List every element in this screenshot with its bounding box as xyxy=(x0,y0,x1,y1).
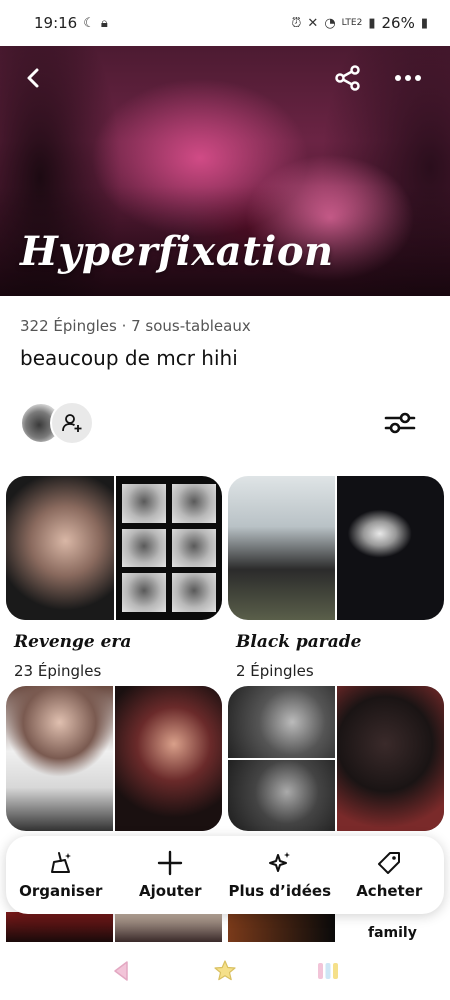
next-section-thumb[interactable] xyxy=(115,912,222,942)
board-meta: 322 Épingles · 7 sous-tableaux xyxy=(20,317,251,335)
nav-recents-button[interactable] xyxy=(315,958,341,988)
broom-sparkle-icon xyxy=(50,852,71,873)
next-section-caption: family xyxy=(368,925,417,941)
more-ideas-label: Plus d’idées xyxy=(228,882,332,900)
alarm-icon: ⏰︎ xyxy=(291,15,302,31)
filter-sliders-icon xyxy=(384,412,416,434)
status-left: 19:16 ☾ 🔒︎ xyxy=(34,14,108,32)
section-card-black-parade[interactable] xyxy=(228,476,444,620)
wifi-icon: ◔ xyxy=(324,15,336,31)
section-thumb-image xyxy=(6,476,114,620)
back-arrow-icon xyxy=(27,68,39,88)
collaborators-row xyxy=(20,401,94,445)
more-options-button[interactable] xyxy=(390,60,426,96)
section-thumb-image xyxy=(228,686,335,831)
status-right: ⏰︎ ✕ ◔ LTE2 ▮ 26% ▮ xyxy=(291,14,428,32)
board-description: beaucoup de mcr hihi xyxy=(20,346,238,370)
add-person-icon xyxy=(62,414,82,432)
section-title: Black parade xyxy=(236,632,362,652)
shop-label: Acheter xyxy=(356,882,423,900)
sparkles-icon xyxy=(268,852,290,872)
next-section-thumb[interactable] xyxy=(228,912,335,942)
back-button[interactable] xyxy=(16,60,52,96)
nav-back-triangle-icon xyxy=(113,961,128,981)
add-collaborator-button[interactable] xyxy=(50,401,94,445)
system-nav-bar xyxy=(0,946,450,1000)
section-card[interactable] xyxy=(6,686,222,831)
section-card-revenge-era[interactable] xyxy=(6,476,222,620)
section-title: Revenge era xyxy=(14,632,132,652)
nav-back-button[interactable] xyxy=(109,958,135,988)
board-title: Hyperfixation xyxy=(20,228,334,275)
mute-icon: ✕ xyxy=(307,15,319,31)
section-thumb-image xyxy=(337,476,444,620)
section-thumb-image xyxy=(337,686,444,831)
more-ideas-button[interactable]: Plus d’idées xyxy=(225,850,335,900)
nav-recents-icon xyxy=(318,963,339,979)
add-button[interactable]: Ajouter xyxy=(116,850,226,900)
section-pin-count: 2 Épingles xyxy=(236,662,314,680)
battery-icon: ▮ xyxy=(420,15,428,31)
nav-home-button[interactable] xyxy=(212,958,238,988)
battery-percentage: 26% xyxy=(381,14,415,32)
shop-button[interactable]: Acheter xyxy=(335,850,445,900)
lock-icon: 🔒︎ xyxy=(100,15,108,31)
network-label: LTE2 xyxy=(341,18,363,28)
section-thumb-image xyxy=(116,476,222,620)
share-icon xyxy=(335,65,360,91)
status-bar: 19:16 ☾ 🔒︎ ⏰︎ ✕ ◔ LTE2 ▮ 26% ▮ xyxy=(0,0,450,46)
add-label: Ajouter xyxy=(139,882,202,900)
section-thumb-image xyxy=(228,476,335,620)
moon-icon: ☾ xyxy=(83,15,95,31)
section-thumb-image xyxy=(115,686,222,831)
price-tag-icon xyxy=(378,852,401,874)
next-section-thumb[interactable] xyxy=(6,912,113,942)
section-card[interactable] xyxy=(228,686,444,831)
plus-icon xyxy=(158,850,183,876)
board-action-bar: Organiser Ajouter Plus d’idées Acheter xyxy=(6,836,444,914)
share-button[interactable] xyxy=(330,60,366,96)
nav-home-star-icon xyxy=(214,960,236,981)
board-cover-image: Hyperfixation xyxy=(0,38,450,296)
organize-button[interactable]: Organiser xyxy=(6,850,116,900)
more-dots-icon xyxy=(395,75,421,81)
organize-label: Organiser xyxy=(19,882,103,900)
section-thumb-image xyxy=(6,686,113,831)
section-pin-count: 23 Épingles xyxy=(14,662,102,680)
status-time: 19:16 xyxy=(34,14,78,32)
signal-icon: ▮ xyxy=(368,15,376,31)
filter-button[interactable] xyxy=(380,406,420,440)
